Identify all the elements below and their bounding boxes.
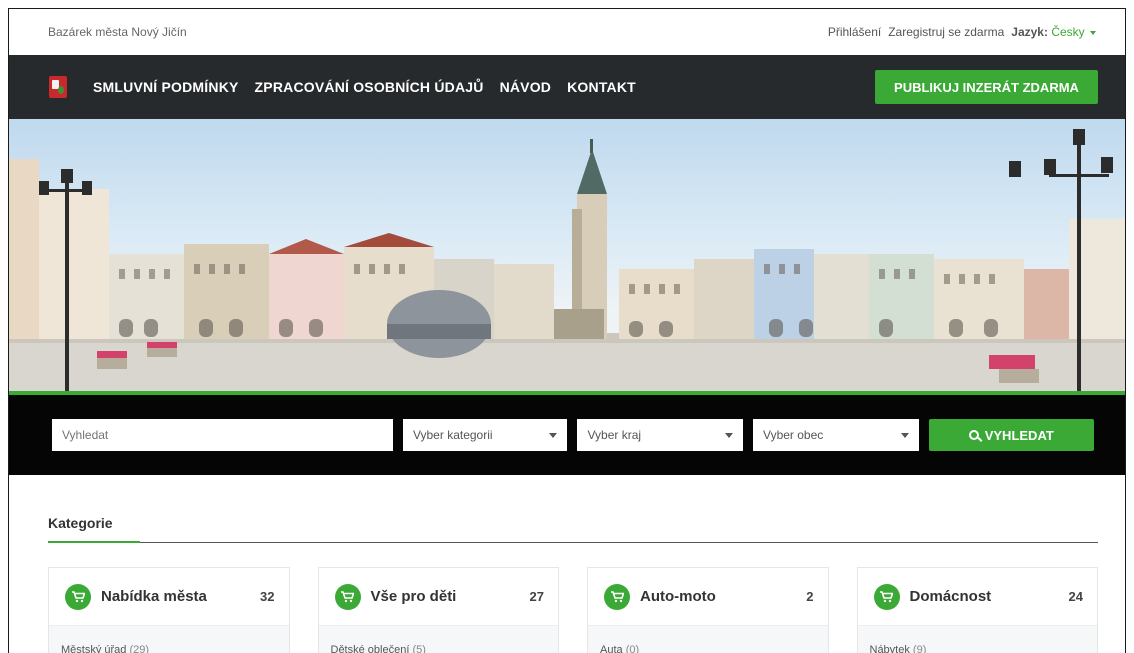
category-select[interactable]: Vyber kategorii [402,419,568,451]
category-count: 24 [1068,589,1083,604]
nav-link-privacy[interactable]: ZPRACOVÁNÍ OSOBNÍCH ÚDAJŮ [255,79,484,95]
caret-down-icon [725,432,734,438]
caret-down-icon [900,432,909,438]
category-card-header[interactable]: Vše pro děti 27 [319,568,559,625]
category-title: Domácnost [909,588,992,605]
subcategory-count: (9) [912,644,927,653]
category-card[interactable]: Domácnost 24 Nábytek (9) [856,567,1098,653]
category-card-header[interactable]: Domácnost 24 [858,568,1098,625]
search-icon [968,430,979,440]
top-bar-actions: Přihlášení Zaregistruj se zdarma Jazyk: … [828,25,1096,39]
category-title: Vše pro děti [370,588,457,605]
subcategory-count: (5) [412,644,426,653]
town-select-value: Vyber obec [763,428,824,442]
category-count: 2 [806,589,814,604]
categories-heading: Kategorie [48,515,1098,543]
subcategory-count: (0) [625,644,640,653]
register-link[interactable]: Zaregistruj se zdarma [888,25,1004,39]
shopping-cart-icon [334,583,361,610]
hero-town-square-image [9,119,1125,391]
category-card[interactable]: Vše pro děti 27 Dětské oblečení (5) [317,567,559,653]
subcategory-link[interactable]: Auta (0) [588,625,828,653]
nav-link-guide[interactable]: NÁVOD [500,79,552,95]
caret-down-icon [1090,30,1096,35]
hero-illustration [9,129,1125,391]
main-navbar: SMLUVNÍ PODMÍNKY ZPRACOVÁNÍ OSOBNÍCH ÚDA… [9,55,1125,119]
subcategory-label: Auta [600,644,623,653]
subcategory-link[interactable]: Dětské oblečení (5) [318,625,558,653]
city-coat-of-arms-icon[interactable] [49,76,67,98]
nav-link-contact[interactable]: KONTAKT [567,79,636,95]
publish-ad-button[interactable]: PUBLIKUJ INZERÁT ZDARMA [875,70,1098,104]
nav-links: SMLUVNÍ PODMÍNKY ZPRACOVÁNÍ OSOBNÍCH ÚDA… [93,79,636,95]
shopping-cart-icon [65,583,91,610]
subcategory-link[interactable]: Nábytek (9) [857,625,1097,653]
login-link[interactable]: Přihlášení [828,25,881,39]
search-button[interactable]: VYHLEDAT [928,419,1095,451]
search-input[interactable] [52,419,393,451]
top-bar: Bazárek města Nový Jičín Přihlášení Zare… [9,9,1125,55]
subcategory-count: (29) [129,644,150,653]
subcategory-label: Nábytek [869,644,910,653]
site-title[interactable]: Bazárek města Nový Jičín [48,25,187,39]
shopping-cart-icon [873,583,900,610]
category-title: Nabídka města [101,588,207,605]
categories-section: Kategorie Nabídka města 32 Městský úřad … [9,475,1125,653]
language-label: Jazyk: [1011,25,1048,39]
shopping-cart-icon [604,583,630,610]
subcategory-label: Dětské oblečení [330,644,410,653]
language-value: Česky [1051,25,1085,39]
subcategory-link[interactable]: Městský úřad (29) [49,625,289,653]
category-card[interactable]: Auto-moto 2 Auta (0) [587,567,829,653]
caret-down-icon [549,432,558,438]
category-count: 27 [529,589,544,604]
category-title: Auto-moto [640,588,716,605]
page-frame: Bazárek města Nový Jičín Přihlášení Zare… [8,8,1126,653]
category-card[interactable]: Nabídka města 32 Městský úřad (29) [48,567,290,653]
region-select-value: Vyber kraj [587,428,642,442]
category-card-header[interactable]: Nabídka města 32 [49,568,289,625]
search-button-label: VYHLEDAT [984,427,1054,443]
subcategory-label: Městský úřad [61,644,127,653]
nav-link-terms[interactable]: SMLUVNÍ PODMÍNKY [93,79,239,95]
category-cards: Nabídka města 32 Městský úřad (29) Vše p… [48,567,1098,653]
town-select[interactable]: Vyber obec [753,419,919,451]
category-count: 32 [260,589,275,604]
search-bar: Vyber kategorii Vyber kraj Vyber obec VY… [9,395,1125,475]
category-card-header[interactable]: Auto-moto 2 [588,568,828,625]
language-selector[interactable]: Jazyk: Česky [1011,25,1096,39]
region-select[interactable]: Vyber kraj [577,419,744,451]
category-select-value: Vyber kategorii [412,428,493,442]
